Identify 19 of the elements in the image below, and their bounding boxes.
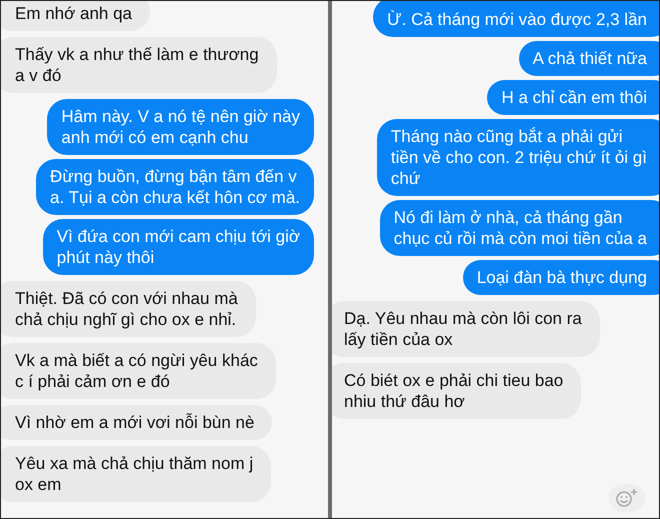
message-bubble: Loại đàn bà thực dụng (462, 260, 659, 295)
message-bubble: A chả thiết nữa (518, 41, 659, 76)
message-bubble: Vì đứa con mới cam chịu tới giờ phút này thôi (42, 219, 314, 275)
message-bubble: H a chỉ cần em thôi (487, 80, 659, 115)
message-bubble: Yêu xa mà chả chịu thăm nom j ox em (1, 446, 272, 502)
smiley-plus-icon (615, 488, 639, 508)
message-bubble: Ừ. Cả tháng mới vào được 2,3 lần (373, 1, 659, 37)
message-bubble: Thiệt. Đã có con với nhau mà chả chịu nghĩ gì cho ox e nhỉ. (1, 281, 256, 337)
message-bubble: Dạ. Yêu nhau mà còn lôi con ra lấy tiền của ox (332, 301, 600, 357)
message-bubble: Vì nhờ em a mới vơi nỗi bùn nè (1, 405, 272, 440)
message-bubble: Vk a mà biết a có ngừi yêu khác c í phải cảm ơn e đó (1, 343, 276, 399)
message-bubble: Nó đi làm ở nhà, cả tháng gần chục củ rồi mà còn moi tiền của a (380, 200, 659, 256)
message-bubble: Có biét ox e phải chi tieu bao nhiu thứ đâu hơ (332, 363, 582, 419)
message-bubble: Thấy vk a như thế làm e thương a v đó (1, 37, 277, 93)
message-bubble: Tháng nào cũng bắt a phải gửi tiền về cho con. 2 triệu chứ ít ỏi gì chứ (376, 119, 659, 196)
message-bubble: Hâm này. V a nó tệ nên giờ này anh mới có em cạnh chu (47, 99, 314, 155)
message-bubble: Em nhớ anh qa (1, 1, 150, 31)
message-bubble: Đừng buồn, đừng bận tâm đến v a. Tụi a còn chưa kết hôn cơ mà. (36, 159, 314, 215)
emoji-button[interactable] (609, 484, 645, 512)
